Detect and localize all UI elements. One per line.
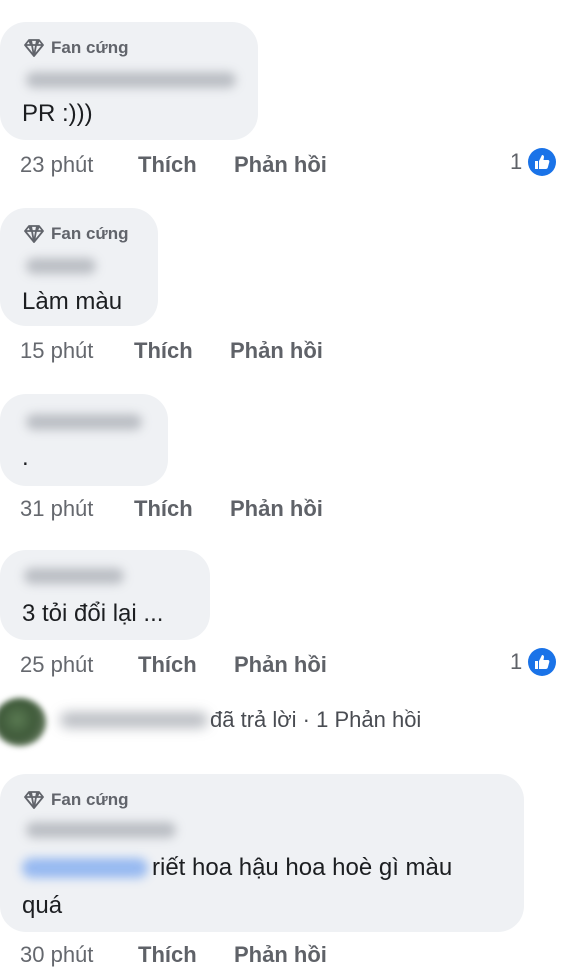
author-name-blurred[interactable] — [26, 414, 142, 430]
reaction-count-number: 1 — [510, 149, 523, 174]
comment-bubble: Fan cứng Làm màu — [0, 208, 158, 326]
diamond-icon — [24, 39, 44, 57]
comment-text: 3 tỏi đổi lại ... — [22, 600, 164, 627]
reaction-count-number: 1 — [510, 649, 523, 674]
diamond-icon — [24, 225, 44, 243]
comment-time[interactable]: 15 phút — [20, 338, 93, 364]
author-name-blurred[interactable] — [24, 568, 124, 584]
like-button[interactable]: Thích — [138, 152, 197, 178]
reaction-count[interactable]: 1 — [510, 148, 557, 176]
author-name-blurred[interactable] — [26, 72, 236, 88]
mentioned-name-blurred[interactable] — [22, 858, 148, 878]
reply-button[interactable]: Phản hồi — [234, 152, 327, 178]
thumbs-up-icon — [528, 648, 557, 676]
reply-button[interactable]: Phản hồi — [234, 942, 327, 968]
comment-bubble: . — [0, 394, 168, 486]
reply-button[interactable]: Phản hồi — [230, 338, 323, 364]
comment-text-line-2: quá — [22, 892, 63, 919]
fan-badge: Fan cứng — [24, 790, 128, 810]
like-button[interactable]: Thích — [138, 652, 197, 678]
avatar — [0, 698, 46, 746]
badge-label: Fan cứng — [51, 224, 129, 243]
comment-text: PR :))) — [22, 100, 93, 127]
comment-bubble: Fan cứng riết hoa hậu hoa hoè gì màu quá — [0, 774, 524, 932]
comment-text: . — [22, 444, 29, 471]
comment-time[interactable]: 23 phút — [20, 152, 93, 178]
reply-button[interactable]: Phản hồi — [234, 652, 327, 678]
diamond-icon — [24, 791, 44, 809]
thumbs-up-icon — [528, 148, 557, 176]
comment-time[interactable]: 30 phút — [20, 942, 93, 968]
replier-name-blurred — [60, 712, 208, 728]
author-name-blurred[interactable] — [26, 258, 96, 274]
reply-summary: đã trả lời · 1 Phản hồi — [210, 707, 422, 732]
badge-label: Fan cứng — [51, 38, 129, 57]
comment-bubble: Fan cứng PR :))) — [0, 22, 258, 140]
author-name-blurred[interactable] — [26, 822, 176, 838]
badge-label: Fan cứng — [51, 790, 129, 809]
comment-bubble: 3 tỏi đổi lại ... — [0, 550, 210, 640]
comment-text: Làm màu — [22, 288, 123, 315]
comment-text-line-1: riết hoa hậu hoa hoè gì màu — [152, 854, 453, 881]
fan-badge: Fan cứng — [24, 38, 128, 58]
like-button[interactable]: Thích — [134, 496, 193, 522]
reaction-count[interactable]: 1 — [510, 648, 557, 676]
comment-time[interactable]: 31 phút — [20, 496, 93, 522]
fan-badge: Fan cứng — [24, 224, 128, 244]
like-button[interactable]: Thích — [134, 338, 193, 364]
view-replies-link[interactable]: đã trả lời · 1 Phản hồi — [0, 696, 580, 746]
reply-button[interactable]: Phản hồi — [230, 496, 323, 522]
comment-time[interactable]: 25 phút — [20, 652, 93, 678]
like-button[interactable]: Thích — [138, 942, 197, 968]
